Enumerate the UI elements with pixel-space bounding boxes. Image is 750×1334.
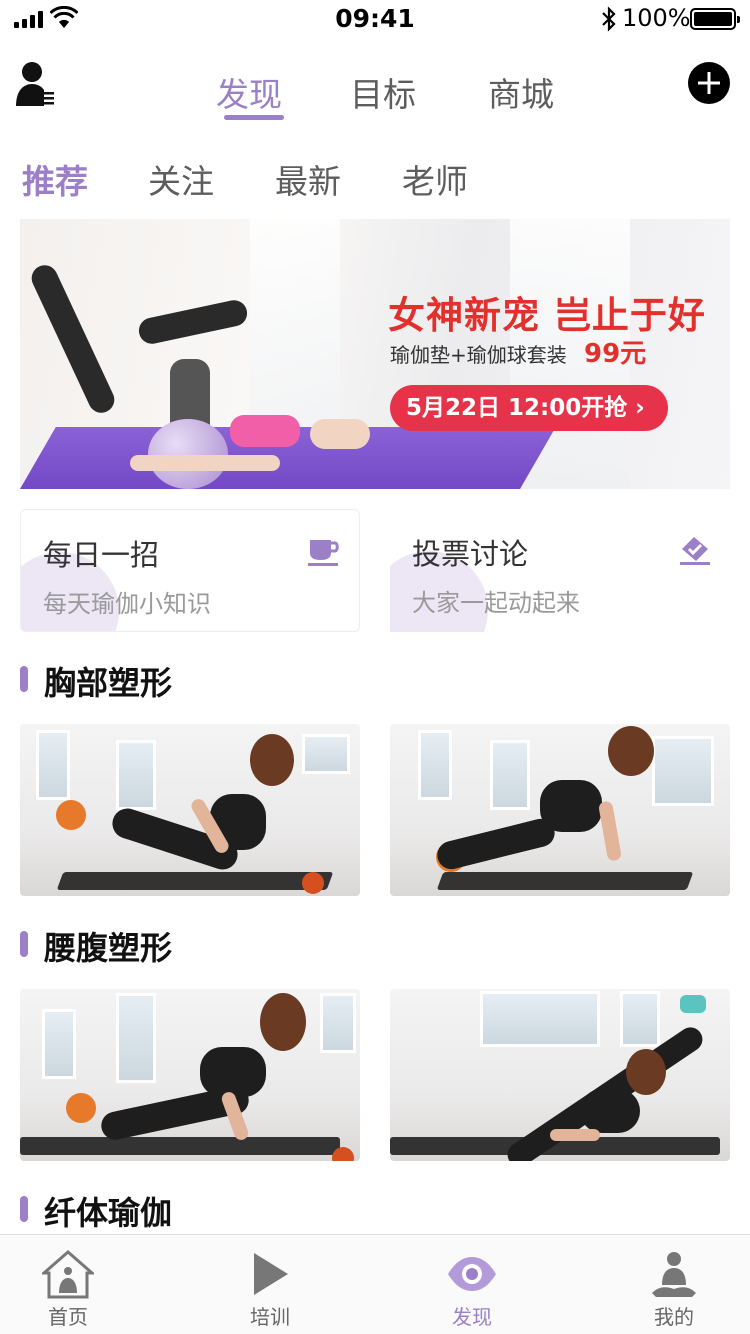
section-title-chest: 胸部塑形 <box>20 658 172 704</box>
vote-icon <box>680 537 710 565</box>
tab-discover[interactable]: 发现 <box>216 68 282 116</box>
photo-arm <box>550 1129 600 1141</box>
tab-label: 我的 <box>654 1305 694 1329</box>
tabbar-discover[interactable]: 发现 <box>412 1235 532 1334</box>
yoga-ball-image <box>148 419 228 489</box>
card-subtitle: 大家一起动起来 <box>412 589 580 617</box>
photo-window <box>620 991 660 1047</box>
photo-arm <box>597 800 623 862</box>
banner-torso <box>230 415 300 447</box>
photo-torso <box>200 1047 266 1097</box>
photo-mat <box>436 872 694 890</box>
photo-head <box>250 734 294 786</box>
photo-window <box>480 991 600 1047</box>
banner-leg <box>136 297 250 347</box>
tab-label: 发现 <box>452 1305 492 1329</box>
daily-tip-card[interactable]: 每日一招 每天瑜伽小知识 <box>20 509 360 632</box>
photo-window <box>302 734 350 774</box>
profile-icon <box>652 1252 696 1297</box>
photo-mat <box>56 872 334 890</box>
photo-ball <box>56 800 86 830</box>
user-menu-icon[interactable] <box>14 60 58 108</box>
tab-goals[interactable]: 目标 <box>350 68 416 116</box>
chest-workout-photo-1[interactable] <box>20 724 360 896</box>
photo-window <box>36 730 70 800</box>
photo-window <box>42 1009 76 1079</box>
photo-mat <box>20 1137 340 1155</box>
promo-banner[interactable]: 女神新宠 岂止于好 瑜伽垫+瑜伽球套装 99元 5月22日 12:00开抢 › <box>20 219 730 489</box>
photo-window <box>652 736 714 806</box>
subtab-latest[interactable]: 最新 <box>275 155 341 203</box>
photo-ball <box>66 1093 96 1123</box>
tabbar-home[interactable]: 首页 <box>8 1235 128 1334</box>
bottom-tab-bar: 首页 培训 发现 我的 <box>0 1234 750 1334</box>
photo-dumbbell <box>302 872 324 894</box>
card-title: 每日一招 <box>43 538 160 572</box>
photo-head <box>626 1049 666 1095</box>
card-subtitle: 每天瑜伽小知识 <box>43 590 211 618</box>
photo-torso <box>580 1089 640 1133</box>
promo-cta-button[interactable]: 5月22日 12:00开抢 › <box>390 385 668 431</box>
promo-title: 女神新宠 岂止于好 <box>388 294 706 337</box>
vote-discussion-card[interactable]: 投票讨论 大家一起动起来 <box>390 509 730 632</box>
tabbar-mine[interactable]: 我的 <box>614 1235 734 1334</box>
card-title: 投票讨论 <box>412 537 529 571</box>
status-bar: 09:41 100% <box>0 0 750 40</box>
bluetooth-icon <box>602 6 616 32</box>
photo-shoe <box>680 995 706 1013</box>
waist-workout-photo-1[interactable] <box>20 989 360 1161</box>
battery-icon <box>690 8 740 30</box>
eye-icon <box>448 1257 496 1291</box>
battery-percent: 100% <box>622 4 691 32</box>
home-icon <box>42 1250 94 1299</box>
photo-legs <box>434 815 558 873</box>
waist-workout-photo-2[interactable] <box>390 989 730 1161</box>
section-title-slim-yoga: 纤体瑜伽 <box>20 1188 172 1234</box>
photo-window <box>418 730 452 800</box>
photo-torso <box>540 780 602 832</box>
subtab-following[interactable]: 关注 <box>148 155 214 203</box>
top-nav: 发现 目标 商城 <box>0 50 750 130</box>
active-tab-indicator <box>224 115 284 120</box>
banner-head <box>310 419 370 449</box>
photo-head <box>260 993 306 1051</box>
promo-price: 99元 <box>584 339 647 369</box>
photo-window <box>116 740 156 810</box>
chest-workout-photo-2[interactable] <box>390 724 730 896</box>
banner-arm <box>130 455 280 471</box>
photo-window <box>320 993 356 1053</box>
tab-mall[interactable]: 商城 <box>488 68 554 116</box>
promo-subtitle: 瑜伽垫+瑜伽球套装 <box>390 343 567 367</box>
play-icon <box>254 1253 288 1295</box>
photo-window <box>490 740 530 810</box>
tabbar-training[interactable]: 培训 <box>210 1235 330 1334</box>
tab-label: 培训 <box>250 1305 290 1329</box>
section-title-waist: 腰腹塑形 <box>20 923 172 969</box>
tab-label: 首页 <box>48 1305 88 1329</box>
banner-leg <box>27 261 119 417</box>
photo-window <box>116 993 156 1083</box>
plus-icon[interactable] <box>688 62 730 104</box>
subtab-recommend[interactable]: 推荐 <box>22 155 88 203</box>
photo-head <box>608 726 654 776</box>
photo-dumbbell <box>332 1147 354 1161</box>
subtab-teachers[interactable]: 老师 <box>402 155 468 203</box>
cup-icon <box>308 540 339 566</box>
